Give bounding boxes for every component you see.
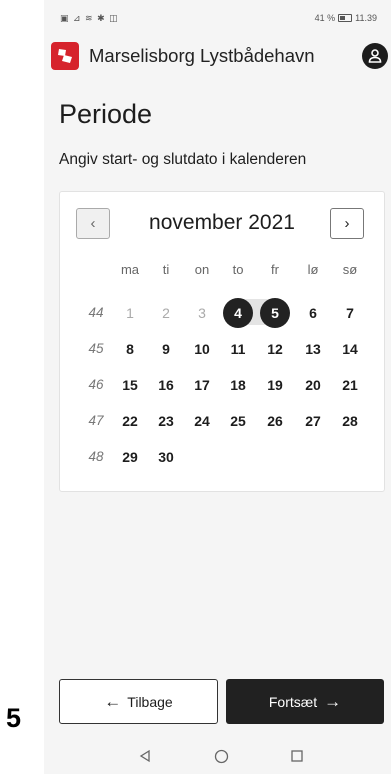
calendar-day[interactable]: 15 [114, 371, 146, 399]
nav-back-icon[interactable] [138, 749, 152, 763]
calendar-day[interactable]: 6 [297, 299, 329, 327]
calendar-day[interactable]: 9 [150, 335, 182, 363]
calendar-day[interactable]: 10 [186, 335, 218, 363]
calendar-day[interactable]: 17 [186, 371, 218, 399]
calendar-day: 3 [198, 305, 206, 321]
calendar-day[interactable]: 19 [259, 371, 291, 399]
status-icons: ▣ ⊿ ≋ ✱ ◫ [60, 13, 119, 23]
calendar-day[interactable]: 18 [222, 371, 254, 399]
weekday-header: ma [120, 262, 140, 277]
calendar-day[interactable]: 11 [222, 335, 254, 363]
arrow-left-icon: ← [104, 692, 122, 711]
app-logo-icon [51, 42, 79, 70]
nav-recents-icon[interactable] [290, 749, 304, 763]
phone-screen: ▣ ⊿ ≋ ✱ ◫ 41 % 11.39 Marselisborg Lystbå… [44, 0, 391, 774]
app-title: Marselisborg Lystbådehavn [89, 45, 315, 66]
calendar-day[interactable]: 24 [186, 407, 218, 435]
week-number: 47 [88, 413, 104, 428]
calendar-day[interactable]: 16 [150, 371, 182, 399]
weekday-header: lø [307, 262, 319, 277]
back-button[interactable]: ← Tilbage [59, 679, 218, 724]
system-nav-bar [44, 740, 391, 774]
status-right: 41 % 11.39 [315, 13, 377, 23]
calendar-day[interactable]: 25 [222, 407, 254, 435]
user-account-icon[interactable] [362, 43, 388, 69]
battery-icon [338, 14, 353, 22]
calendar-day[interactable]: 27 [297, 407, 329, 435]
continue-button-label: Fortsæt [268, 693, 318, 710]
calendar-day: 2 [162, 305, 170, 321]
calendar-day[interactable]: 13 [297, 335, 329, 363]
calendar-day[interactable]: 14 [334, 335, 366, 363]
week-number: 45 [88, 341, 104, 356]
step-number-label: 5 [6, 703, 22, 733]
calendar-day[interactable]: 28 [334, 407, 366, 435]
continue-button[interactable]: Fortsæt → [226, 679, 384, 724]
weekday-header: sø [342, 262, 358, 277]
week-number: 46 [88, 377, 104, 392]
calendar-card: ‹ november 2021 › ma ti on to fr lø sø 44 1 2 3 4 5 6… [59, 191, 385, 492]
week-number: 48 [88, 449, 104, 464]
calendar-day[interactable]: 23 [150, 407, 182, 435]
calendar-day-selected[interactable]: 5 [260, 298, 290, 328]
calendar-day[interactable]: 7 [334, 299, 366, 327]
weekday-header: on [194, 262, 210, 277]
weekday-header: to [232, 262, 244, 277]
nav-home-icon[interactable] [214, 749, 229, 764]
calendar-day[interactable]: 29 [114, 443, 146, 471]
calendar-day-selected[interactable]: 4 [223, 298, 253, 328]
calendar-day: 1 [126, 305, 134, 321]
weekday-header: fr [271, 262, 279, 277]
calendar-day[interactable]: 22 [114, 407, 146, 435]
status-time: 11.39 [355, 13, 377, 23]
arrow-right-icon: → [324, 692, 342, 711]
calendar-day[interactable]: 30 [150, 443, 182, 471]
status-bar: ▣ ⊿ ≋ ✱ ◫ 41 % 11.39 [44, 0, 391, 36]
calendar-day[interactable]: 26 [259, 407, 291, 435]
calendar-day[interactable]: 21 [334, 371, 366, 399]
weekday-header: ti [162, 262, 170, 277]
back-button-label: Tilbage [127, 693, 173, 710]
calendar-day[interactable]: 8 [114, 335, 146, 363]
calendar-day[interactable]: 12 [259, 335, 291, 363]
calendar-grid: ma ti on to fr lø sø 44 1 2 3 4 5 6 7 45 8 9 10 11 12 13 14 46 1… [60, 192, 384, 491]
page-title: Periode [59, 99, 153, 129]
instruction-text: Angiv start- og slutdato i kalenderen [59, 151, 307, 168]
calendar-day[interactable]: 20 [297, 371, 329, 399]
battery-percent: 41 % [314, 13, 336, 23]
app-header: Marselisborg Lystbådehavn [44, 36, 391, 76]
week-number: 44 [88, 305, 104, 320]
